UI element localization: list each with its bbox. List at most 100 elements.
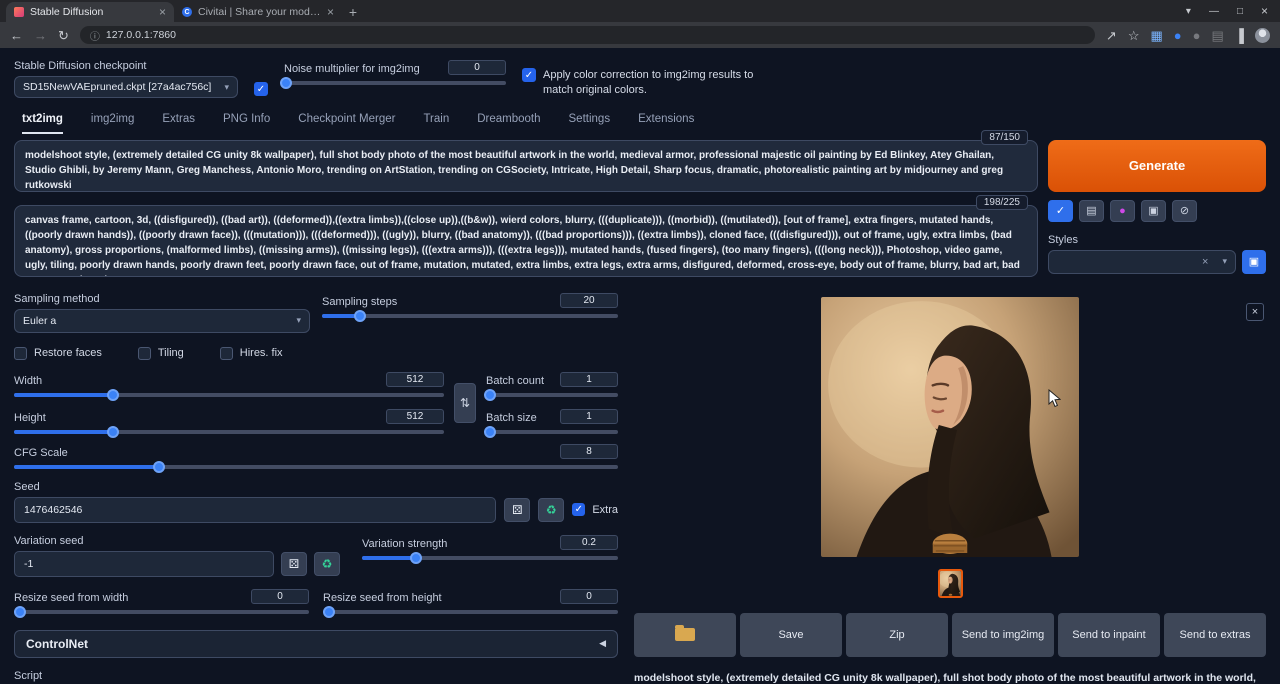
variation-seed-input[interactable]: -1 — [14, 551, 274, 577]
site-info-icon[interactable]: ⓘ — [90, 28, 100, 43]
save-style-button[interactable]: ⊘ — [1172, 200, 1197, 222]
save-button[interactable]: Save — [740, 613, 842, 657]
width-value[interactable]: 512 — [386, 372, 444, 387]
extension-lines-icon[interactable]: ▤ — [1211, 29, 1223, 42]
gallery-thumbnail[interactable] — [938, 569, 963, 598]
sidebar-toggle-icon[interactable]: ▐ — [1235, 29, 1244, 42]
close-gallery-icon[interactable]: × — [1246, 303, 1264, 321]
clear-prompt-button[interactable]: ▤ — [1079, 200, 1104, 222]
tiling-checkbox[interactable]: Tiling — [138, 347, 184, 360]
paste-params-button[interactable]: ✓ — [1048, 200, 1073, 222]
sampling-steps-value[interactable]: 20 — [560, 293, 618, 308]
mouse-cursor — [1048, 389, 1061, 408]
controlnet-accordion[interactable]: ControlNet ◀ — [14, 630, 618, 658]
height-value[interactable]: 512 — [386, 409, 444, 424]
variation-strength-slider[interactable] — [362, 556, 618, 560]
prompt-textarea[interactable]: modelshoot style, (extremely detailed CG… — [14, 140, 1038, 192]
extension-dot-icon[interactable]: ● — [1174, 29, 1182, 42]
tab-png-info[interactable]: PNG Info — [223, 113, 270, 134]
noise-multiplier-value[interactable]: 0 — [448, 60, 506, 75]
tab-title: Stable Diffusion — [30, 6, 153, 18]
height-slider[interactable] — [14, 430, 444, 434]
reuse-seed-button[interactable]: ♻ — [538, 498, 564, 522]
swap-dimensions-button[interactable]: ⇅ — [454, 383, 476, 423]
tab-img2img[interactable]: img2img — [91, 113, 134, 134]
tab-extensions[interactable]: Extensions — [638, 113, 694, 134]
tab-settings[interactable]: Settings — [569, 113, 611, 134]
style-palette-button[interactable]: ● — [1110, 200, 1135, 222]
share-icon[interactable]: ↗ — [1106, 29, 1117, 42]
zip-button[interactable]: Zip — [846, 613, 948, 657]
checkbox-box[interactable] — [220, 347, 233, 360]
bookmark-star-icon[interactable]: ☆ — [1128, 29, 1140, 42]
tab-close-icon[interactable]: × — [327, 5, 334, 19]
resize-seed-width-value[interactable]: 0 — [251, 589, 309, 604]
sampling-method-dropdown[interactable]: Euler a ▾ — [14, 309, 310, 333]
random-seed-button[interactable]: ⚄ — [504, 498, 530, 522]
forward-icon[interactable]: → — [34, 29, 47, 42]
variation-strength-value[interactable]: 0.2 — [560, 535, 618, 550]
grid-icon: ▤ — [1086, 204, 1096, 217]
clear-selection-icon[interactable]: × — [1202, 256, 1208, 268]
negative-prompt-textarea[interactable]: canvas frame, cartoon, 3d, ((disfigured)… — [14, 205, 1038, 277]
send-to-inpaint-button[interactable]: Send to inpaint — [1058, 613, 1160, 657]
apply-styles-button[interactable]: ▣ — [1242, 250, 1266, 274]
styles-dropdown[interactable]: × ▾ — [1048, 250, 1236, 274]
checkpoint-dropdown[interactable]: SD15NewVAEpruned.ckpt [27a4ac756c] ▾ — [14, 76, 238, 98]
address-bar[interactable]: ⓘ 127.0.0.1:7860 — [80, 26, 1095, 44]
width-slider[interactable] — [14, 393, 444, 397]
extension-grid-icon[interactable]: ▦ — [1150, 29, 1162, 42]
quicksettings-checkbox[interactable]: ✓ — [254, 82, 268, 96]
chevron-down-icon: ▾ — [296, 315, 301, 326]
reload-icon[interactable]: ↻ — [58, 29, 69, 42]
open-folder-button[interactable] — [634, 613, 736, 657]
color-correction-checkbox[interactable]: ✓ — [522, 68, 536, 82]
restore-faces-label: Restore faces — [34, 347, 102, 359]
generated-image[interactable] — [821, 297, 1079, 557]
back-icon[interactable]: ← — [10, 29, 23, 42]
checkbox-box[interactable] — [14, 347, 27, 360]
seed-input[interactable]: 1476462546 — [14, 497, 496, 523]
cfg-scale-slider[interactable] — [14, 465, 618, 469]
browser-menu-chevron-icon[interactable]: ▾ — [1186, 6, 1191, 17]
swap-icon: ⇅ — [460, 396, 470, 410]
hires-fix-checkbox[interactable]: Hires. fix — [220, 347, 283, 360]
extra-seed-checkbox[interactable]: ✓ Extra — [572, 503, 618, 516]
cfg-scale-value[interactable]: 8 — [560, 444, 618, 459]
checkpoint-label: Stable Diffusion checkpoint — [14, 60, 238, 72]
new-tab-button[interactable]: + — [342, 2, 364, 22]
batch-size-value[interactable]: 1 — [560, 409, 618, 424]
noise-multiplier-slider[interactable] — [284, 81, 506, 85]
tab-train[interactable]: Train — [423, 113, 449, 134]
window-minimize-button[interactable]: — — [1209, 6, 1219, 17]
random-variation-seed-button[interactable]: ⚄ — [281, 552, 307, 576]
tab-checkpoint-merger[interactable]: Checkpoint Merger — [298, 113, 395, 134]
restore-faces-checkbox[interactable]: Restore faces — [14, 347, 102, 360]
window-close-button[interactable]: × — [1261, 4, 1268, 18]
send-to-img2img-button[interactable]: Send to img2img — [952, 613, 1054, 657]
tab-extras[interactable]: Extras — [162, 113, 195, 134]
tab-txt2img[interactable]: txt2img — [22, 113, 63, 134]
tab-close-icon[interactable]: × — [159, 5, 166, 19]
resize-seed-height-slider[interactable] — [323, 610, 618, 614]
sampling-method-value: Euler a — [23, 315, 290, 327]
resize-seed-height-value[interactable]: 0 — [560, 589, 618, 604]
script-label: Script — [14, 670, 618, 682]
sampling-steps-slider[interactable] — [322, 314, 618, 318]
resize-seed-width-slider[interactable] — [14, 610, 309, 614]
send-to-extras-button[interactable]: Send to extras — [1164, 613, 1266, 657]
profile-avatar[interactable] — [1255, 28, 1270, 43]
apply-style-button[interactable]: ▣ — [1141, 200, 1166, 222]
checkbox-box[interactable]: ✓ — [572, 503, 585, 516]
reuse-variation-seed-button[interactable]: ♻ — [314, 552, 340, 576]
batch-size-slider[interactable] — [486, 430, 618, 434]
batch-count-value[interactable]: 1 — [560, 372, 618, 387]
browser-tab-stable-diffusion[interactable]: Stable Diffusion × — [6, 2, 174, 22]
tab-dreambooth[interactable]: Dreambooth — [477, 113, 540, 134]
extension-dot2-icon[interactable]: ● — [1193, 29, 1201, 42]
generate-button[interactable]: Generate — [1048, 140, 1266, 192]
browser-tab-civitai[interactable]: C Civitai | Share your models × — [174, 2, 342, 22]
batch-count-slider[interactable] — [486, 393, 618, 397]
checkbox-box[interactable] — [138, 347, 151, 360]
window-maximize-button[interactable]: □ — [1237, 6, 1243, 17]
